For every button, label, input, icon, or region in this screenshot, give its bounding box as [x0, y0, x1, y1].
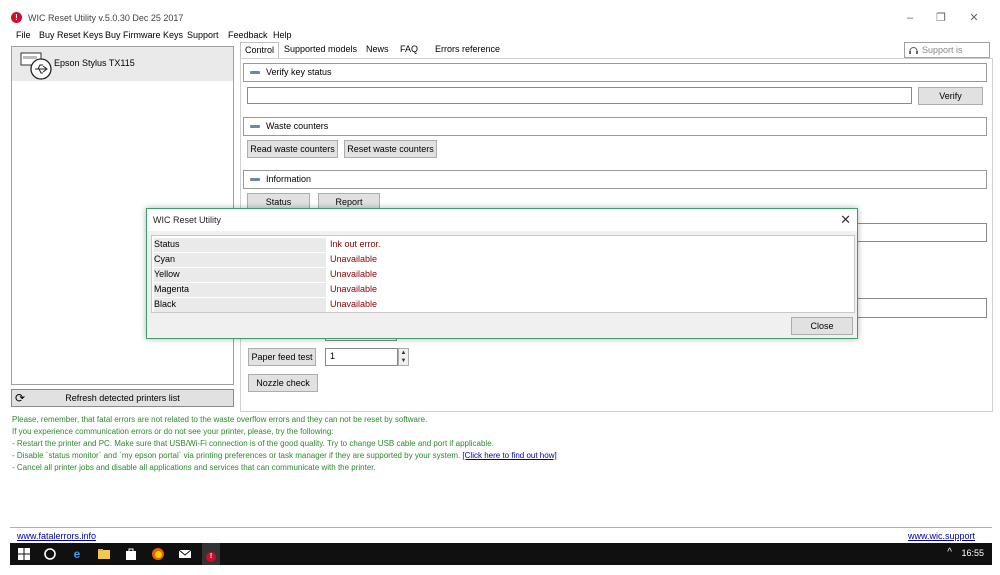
- printer-name: Epson Stylus TX115: [54, 58, 135, 68]
- tab-faq[interactable]: FAQ: [396, 42, 422, 58]
- menu-buy-reset-keys[interactable]: Buy Reset Keys: [39, 28, 103, 42]
- status-value: Unavailable: [330, 269, 378, 279]
- status-key: Status: [154, 238, 326, 252]
- reset-waste-counters-button[interactable]: Reset waste counters: [344, 140, 437, 158]
- section-information-label: Information: [266, 174, 312, 184]
- app-warning-icon: !: [11, 12, 22, 23]
- menu-file[interactable]: File: [16, 28, 31, 42]
- find-out-how-link[interactable]: [Click here to find out how]: [462, 451, 556, 460]
- hint-line: - Restart the printer and PC. Make sure …: [12, 439, 494, 448]
- title-bar: ! WIC Reset Utility v.5.0.30 Dec 25 2017…: [0, 0, 1000, 28]
- file-explorer-icon[interactable]: [96, 546, 112, 562]
- dialog-title-bar: WIC Reset Utility ✕: [147, 209, 857, 231]
- table-row: Yellow Unavailable: [152, 266, 854, 282]
- nozzle-check-button[interactable]: Nozzle check: [248, 374, 318, 392]
- paper-feed-test-button[interactable]: Paper feed test: [248, 348, 316, 366]
- status-value: Unavailable: [330, 284, 378, 294]
- refresh-printers-button[interactable]: ⟳ Refresh detected printers list: [11, 389, 234, 407]
- status-value: Unavailable: [330, 254, 378, 264]
- cortana-icon[interactable]: [42, 546, 58, 562]
- store-icon[interactable]: [123, 546, 139, 562]
- hint-text: - Disable `status monitor` and `my epson…: [12, 451, 463, 460]
- dialog-title: WIC Reset Utility: [153, 215, 222, 225]
- status-table: Status Ink out error. Cyan Unavailable Y…: [151, 235, 855, 313]
- section-information[interactable]: Information: [243, 170, 987, 189]
- collapse-icon[interactable]: [250, 125, 260, 128]
- hidden-field[interactable]: [850, 223, 987, 242]
- wic-app-icon[interactable]: !: [202, 543, 220, 565]
- menu-support[interactable]: Support: [187, 28, 219, 42]
- status-key: Black: [154, 298, 326, 312]
- menu-bar: File Buy Reset Keys Buy Firmware Keys Su…: [0, 28, 1000, 42]
- table-row: Status Ink out error.: [152, 236, 854, 252]
- table-row: Cyan Unavailable: [152, 251, 854, 267]
- key-input[interactable]: [247, 87, 912, 104]
- paper-feed-stepper[interactable]: ▲ ▼: [398, 348, 409, 366]
- tray-expand-icon[interactable]: ^: [947, 547, 952, 558]
- collapse-icon[interactable]: [250, 178, 260, 181]
- collapse-icon[interactable]: [250, 71, 260, 74]
- hint-line: - Cancel all printer jobs and disable al…: [12, 463, 376, 472]
- paper-feed-count-input[interactable]: 1: [325, 348, 398, 366]
- tab-control[interactable]: Control: [240, 42, 280, 59]
- menu-feedback[interactable]: Feedback: [228, 28, 268, 42]
- stepper-down-icon[interactable]: ▼: [399, 357, 408, 365]
- status-value: Unavailable: [330, 299, 378, 309]
- edge-icon[interactable]: e: [69, 546, 85, 562]
- table-row: Magenta Unavailable: [152, 281, 854, 297]
- section-verify-label: Verify key status: [266, 67, 332, 77]
- footer-divider: [10, 527, 992, 528]
- taskbar-clock[interactable]: 16:55: [961, 548, 984, 558]
- read-waste-counters-button[interactable]: Read waste counters: [247, 140, 338, 158]
- support-status[interactable]: Support is Offline: [904, 42, 990, 69]
- tab-supported-models[interactable]: Supported models: [280, 42, 361, 58]
- hint-line: If you experience communication errors o…: [12, 427, 334, 436]
- section-waste-counters[interactable]: Waste counters: [243, 117, 987, 136]
- menu-buy-firmware-keys[interactable]: Buy Firmware Keys: [105, 28, 183, 42]
- section-verify[interactable]: Verify key status: [243, 63, 987, 82]
- status-key: Magenta: [154, 283, 326, 297]
- minimize-button[interactable]: –: [902, 10, 918, 26]
- window-title: WIC Reset Utility v.5.0.30 Dec 25 2017: [28, 13, 184, 23]
- table-row: Black Unavailable: [152, 296, 854, 312]
- taskbar: e ! ^ 16:55: [10, 543, 992, 565]
- status-value: Ink out error.: [330, 239, 381, 249]
- hidden-field[interactable]: [850, 298, 987, 318]
- menu-help[interactable]: Help: [273, 28, 292, 42]
- dialog-close-button[interactable]: Close: [791, 317, 853, 335]
- mail-icon[interactable]: [177, 546, 193, 562]
- dialog-close-icon[interactable]: ✕: [840, 212, 851, 227]
- printer-list-item[interactable]: Epson Stylus TX115: [12, 47, 233, 81]
- wic-support-link[interactable]: www.wic.support: [908, 531, 975, 541]
- status-key: Cyan: [154, 253, 326, 267]
- hint-line: Please, remember, that fatal errors are …: [12, 415, 428, 424]
- verify-button[interactable]: Verify: [918, 87, 983, 105]
- windows-start-icon[interactable]: [16, 546, 32, 562]
- status-dialog: WIC Reset Utility ✕ Status Ink out error…: [146, 208, 858, 339]
- refresh-printers-label: Refresh detected printers list: [65, 393, 180, 403]
- firefox-icon[interactable]: [150, 546, 166, 562]
- hint-line: - Disable `status monitor` and `my epson…: [12, 451, 557, 460]
- section-waste-label: Waste counters: [266, 121, 329, 131]
- fatalerrors-link[interactable]: www.fatalerrors.info: [17, 531, 96, 541]
- tab-news[interactable]: News: [362, 42, 393, 58]
- headset-icon: [909, 47, 918, 54]
- status-key: Yellow: [154, 268, 326, 282]
- stepper-up-icon[interactable]: ▲: [399, 349, 408, 357]
- maximize-button[interactable]: ❐: [933, 10, 949, 26]
- close-button[interactable]: ✕: [966, 10, 982, 26]
- tab-errors-reference[interactable]: Errors reference: [431, 42, 504, 58]
- printer-usb-icon: [20, 52, 52, 80]
